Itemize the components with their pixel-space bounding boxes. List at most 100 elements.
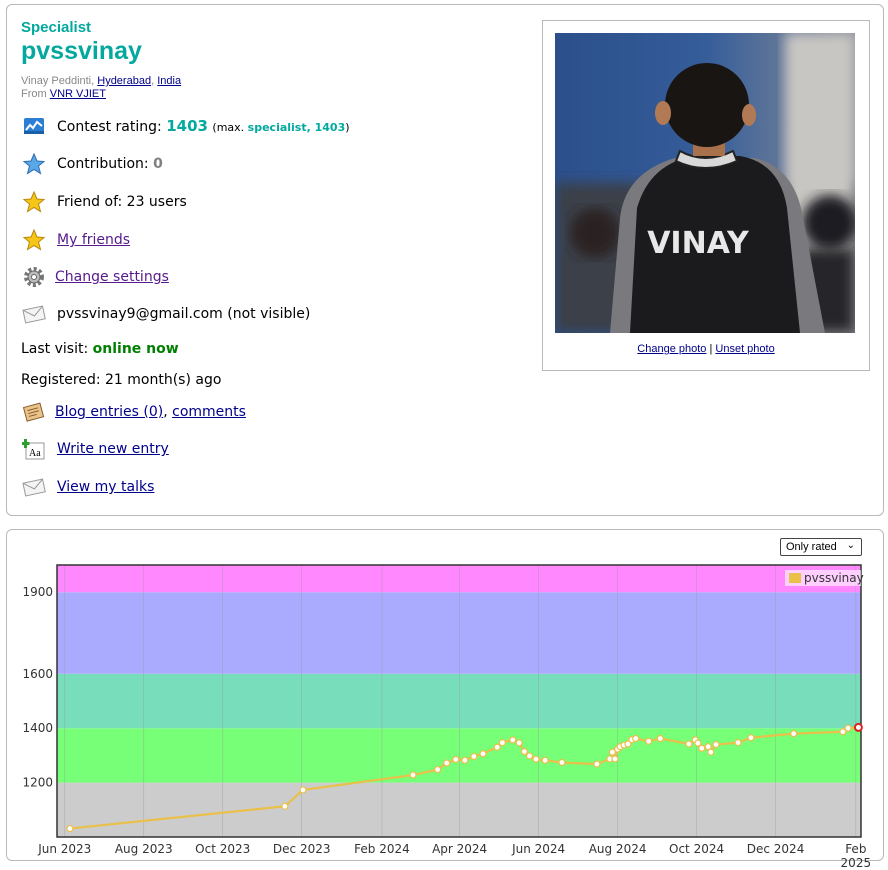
last-visit: Last visit: online now xyxy=(21,341,179,357)
x-tick-label: Feb 2024 xyxy=(354,842,410,856)
legend-label: pvssvinay xyxy=(804,571,864,585)
data-point xyxy=(443,759,451,767)
view-talks-link[interactable]: View my talks xyxy=(57,479,154,495)
city-link[interactable]: Hyderabad xyxy=(97,75,151,87)
rank-band xyxy=(57,728,861,783)
data-point xyxy=(493,743,501,751)
from-label: From xyxy=(21,88,50,100)
my-friends-row: My friends xyxy=(21,227,130,253)
star-icon xyxy=(21,227,47,253)
data-point xyxy=(66,824,74,833)
unset-photo-link[interactable]: Unset photo xyxy=(715,343,774,355)
max-prefix: (max. xyxy=(212,121,248,134)
data-point xyxy=(409,771,417,779)
x-tick-label-year: 2025 xyxy=(841,856,872,870)
change-settings-link[interactable]: Change settings xyxy=(55,269,169,285)
contribution-label: Contribution: xyxy=(57,156,154,172)
contribution-row: Contribution: 0 xyxy=(21,151,163,177)
contest-rating-row: Contest rating: 1403 (max. specialist, 1… xyxy=(21,113,350,139)
write-icon: Aa xyxy=(21,436,47,462)
user-rank: Specialist xyxy=(21,19,92,36)
x-tick-label: Jun 2024 xyxy=(511,842,565,856)
blog-icon xyxy=(21,399,47,425)
my-friends-link[interactable]: My friends xyxy=(57,232,130,248)
write-new-entry-link[interactable]: Write new entry xyxy=(57,441,169,457)
friend-of-text: Friend of: 23 users xyxy=(57,194,187,210)
user-location: Vinay Peddinti, Hyderabad, India xyxy=(21,75,181,87)
last-visit-value: online now xyxy=(92,341,179,357)
data-point xyxy=(558,758,566,767)
friend-of-row: Friend of: 23 users xyxy=(21,189,187,215)
data-point xyxy=(844,724,852,732)
data-point xyxy=(685,740,693,748)
x-tick-label: Aug 2023 xyxy=(115,842,173,856)
data-point xyxy=(452,755,460,764)
y-tick-label: 1400 xyxy=(22,721,53,735)
envelope-icon xyxy=(21,474,47,500)
country-link[interactable]: India xyxy=(157,75,181,87)
y-tick-label: 1200 xyxy=(22,776,53,790)
data-point xyxy=(434,765,442,774)
y-tick-label: 1600 xyxy=(22,667,53,681)
data-point xyxy=(281,802,289,810)
talks-row: View my talks xyxy=(21,474,154,500)
data-point xyxy=(470,752,478,761)
profile-box: Specialist pvssvinay Vinay Peddinti, Hyd… xyxy=(6,4,884,516)
x-tick-label: Oct 2024 xyxy=(669,842,724,856)
data-point xyxy=(593,760,601,768)
user-handle: pvssvinay xyxy=(21,37,142,65)
data-point xyxy=(541,756,549,764)
data-point xyxy=(698,744,706,752)
data-point xyxy=(532,755,540,763)
rating-icon xyxy=(21,113,47,139)
data-point xyxy=(734,739,742,747)
data-point xyxy=(853,722,863,732)
rank-band xyxy=(57,592,861,674)
max-suffix: ) xyxy=(345,121,350,134)
data-point xyxy=(299,786,307,794)
photo-links: Change photo | Unset photo xyxy=(543,343,869,355)
x-tick-label: Oct 2023 xyxy=(195,842,250,856)
profile-photo: VINAY xyxy=(555,33,855,333)
contest-rating-label: Contest rating: xyxy=(57,119,167,135)
data-point xyxy=(632,734,640,743)
contribution-value: 0 xyxy=(153,156,163,172)
y-tick-label: 1900 xyxy=(22,585,53,599)
legend-swatch xyxy=(789,573,801,583)
x-tick-label: Jun 2023 xyxy=(37,842,91,856)
star-blue-icon xyxy=(21,151,47,177)
photo-frame: VINAY Change photo | Unset photo xyxy=(542,20,870,371)
data-point xyxy=(645,737,653,745)
settings-row: Change settings xyxy=(21,264,169,290)
data-point xyxy=(509,736,517,744)
data-point xyxy=(461,756,469,764)
data-point xyxy=(525,752,534,760)
x-tick-label: Feb xyxy=(845,842,866,856)
envelope-icon xyxy=(21,301,47,327)
email-row: pvssvinay9@gmail.com (not visible) xyxy=(21,301,310,327)
organization-link[interactable]: VNR VJIET xyxy=(50,88,106,100)
max-rating-value: specialist, 1403 xyxy=(247,121,346,134)
star-icon xyxy=(21,189,47,215)
data-point xyxy=(712,740,720,749)
x-tick-label: Apr 2024 xyxy=(432,842,487,856)
gear-icon xyxy=(21,264,47,290)
last-visit-label: Last visit: xyxy=(21,341,93,357)
blog-entries-link[interactable]: Blog entries (0) xyxy=(55,404,163,420)
data-point xyxy=(479,750,487,758)
comments-link[interactable]: comments xyxy=(172,404,246,420)
user-organization: From VNR VJIET xyxy=(21,88,106,100)
contest-rating-value: 1403 xyxy=(166,117,208,135)
x-tick-label: Dec 2023 xyxy=(273,842,331,856)
rank-band xyxy=(57,782,861,837)
svg-text:Aa: Aa xyxy=(29,448,41,459)
photo-jacket-text: VINAY xyxy=(647,226,750,261)
comma: , xyxy=(163,404,173,420)
write-entry-row: Aa Write new entry xyxy=(21,436,169,462)
data-point xyxy=(520,747,528,756)
change-photo-link[interactable]: Change photo xyxy=(637,343,706,355)
data-point xyxy=(515,739,523,747)
data-point xyxy=(790,730,798,738)
rating-chart: Jun 2023 Aug 2023 Oct 2023 Dec 2023 Feb 2024… xyxy=(22,564,872,870)
email-text: pvssvinay9@gmail.com (not visible) xyxy=(57,306,311,322)
